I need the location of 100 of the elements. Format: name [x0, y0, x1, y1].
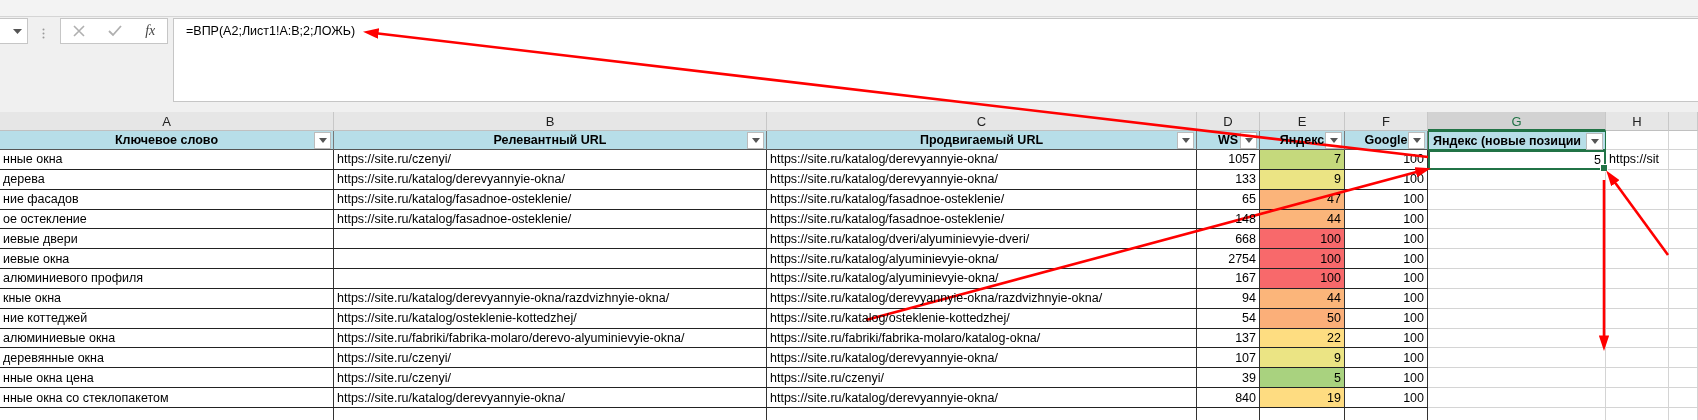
caret-icon: [1329, 138, 1338, 143]
table-cell[interactable]: [1428, 189, 1606, 210]
table-cell: [1606, 328, 1669, 349]
column-header[interactable]: E: [1260, 112, 1345, 131]
table-cell: https://site.ru/katalog/fasadnoe-osteklenie/: [767, 209, 1197, 230]
table-cell[interactable]: [1428, 288, 1606, 309]
table-cell: [1606, 209, 1669, 230]
table-cell: [1669, 189, 1698, 210]
caret-icon: [13, 28, 22, 34]
table-cell: [1669, 328, 1698, 349]
column-header[interactable]: B: [334, 112, 767, 131]
table-cell: 100: [1345, 189, 1428, 210]
table-cell: https://site.ru/katalog/fasadnoe-osteklenie/: [334, 209, 767, 230]
table-cell: 100: [1345, 348, 1428, 369]
table-cell: https://sit: [1606, 150, 1669, 170]
table-cell: https://site.ru/czenyi/: [334, 150, 767, 170]
table-cell: [1669, 288, 1698, 309]
header-label: Ключевое слово: [114, 133, 219, 147]
table-cell[interactable]: [1428, 249, 1606, 270]
table-cell: [1606, 169, 1669, 190]
insert-function-button[interactable]: fx: [145, 23, 156, 39]
table-cell[interactable]: [1428, 328, 1606, 349]
table-cell: [1606, 249, 1669, 270]
caret-icon: [1412, 138, 1421, 143]
formula-field[interactable]: =ВПР(A2;Лист1!A:B;2;ЛОЖЬ): [173, 18, 1698, 102]
table-cell: 100: [1260, 229, 1345, 250]
column-header[interactable]: A: [0, 112, 334, 131]
table-cell[interactable]: [1428, 229, 1606, 250]
header-label: Продвигаемый URL: [919, 133, 1044, 147]
table-cell[interactable]: [1428, 308, 1606, 329]
table-cell: нные окна со стеклопакетом: [0, 388, 334, 408]
table-cell: 100: [1345, 388, 1428, 408]
table-cell: [1606, 189, 1669, 210]
column-header[interactable]: F: [1345, 112, 1428, 131]
table-cell[interactable]: [1428, 269, 1606, 289]
table-cell: [1669, 308, 1698, 329]
fill-handle[interactable]: [1600, 163, 1608, 172]
table-cell[interactable]: [1428, 209, 1606, 230]
table-cell: 100: [1345, 288, 1428, 309]
check-icon[interactable]: [107, 25, 122, 37]
filter-button[interactable]: [1177, 132, 1194, 149]
table-cell: https://site.ru/katalog/derevyannyie-okna/: [767, 348, 1197, 369]
table-cell: [1669, 229, 1698, 250]
table-cell: [1606, 348, 1669, 369]
table-cell: https://site.ru/katalog/osteklenie-kottedzhej/: [767, 308, 1197, 329]
table-cell: https://site.ru/fabriki/fabrika-molaro/katalog-okna/: [767, 328, 1197, 349]
table-cell: 100: [1345, 328, 1428, 349]
name-box[interactable]: [0, 18, 28, 44]
table-cell: [1669, 348, 1698, 369]
column-header[interactable]: G: [1428, 112, 1606, 131]
table-cell: https://site.ru/katalog/alyuminievyie-okna/: [767, 269, 1197, 289]
table-cell[interactable]: [1428, 368, 1606, 389]
table-cell: 19: [1260, 388, 1345, 408]
table-cell: кные окна: [0, 288, 334, 309]
filter-button[interactable]: [1408, 132, 1425, 149]
table-cell: https://site.ru/katalog/derevyannyie-okna/: [334, 388, 767, 408]
table-cell: [1669, 209, 1698, 230]
table-cell[interactable]: [1428, 388, 1606, 408]
table-cell: [1606, 368, 1669, 389]
table-cell: 5: [1260, 368, 1345, 389]
filter-button[interactable]: [314, 132, 331, 149]
table-cell: https://site.ru/katalog/fasadnoe-osteklenie/: [767, 189, 1197, 210]
column-header[interactable]: C: [767, 112, 1197, 131]
column-header[interactable]: [1669, 112, 1698, 131]
table-cell: 100: [1345, 308, 1428, 329]
table-cell: ое остекление: [0, 209, 334, 230]
table-cell[interactable]: [1428, 348, 1606, 369]
table-cell: 100: [1345, 368, 1428, 389]
table-cell: [1669, 131, 1698, 150]
grip-icon: [42, 28, 45, 39]
table-cell: [1669, 269, 1698, 289]
table-cell: [1606, 229, 1669, 250]
table-cell: 7: [1260, 150, 1345, 170]
table-cell: нные окна цена: [0, 368, 334, 389]
table-cell: 100: [1260, 249, 1345, 270]
table-cell: [1606, 288, 1669, 309]
table-cell: иевые двери: [0, 229, 334, 250]
table-cell[interactable]: [1428, 169, 1606, 190]
table-cell: 100: [1345, 209, 1428, 230]
table-cell: [1669, 388, 1698, 408]
table-cell: https://site.ru/katalog/derevyannyie-okna/: [334, 169, 767, 190]
filter-button[interactable]: [1586, 133, 1603, 150]
table-cell: https://site.ru/katalog/derevyannyie-okna/: [767, 388, 1197, 408]
table-cell: [1606, 388, 1669, 408]
selected-cell[interactable]: 5: [1428, 150, 1606, 170]
column-header[interactable]: D: [1197, 112, 1260, 131]
caret-icon: [1590, 139, 1599, 144]
table-cell: https://site.ru/czenyi/: [334, 348, 767, 369]
table-cell: [1606, 131, 1669, 150]
table-cell: 50: [1260, 308, 1345, 329]
caret-icon: [1181, 138, 1190, 143]
table-cell: [1669, 150, 1698, 170]
column-header[interactable]: H: [1606, 112, 1669, 131]
table-cell: https://site.ru/katalog/dveri/alyuminievyie-dveri/: [767, 229, 1197, 250]
table-cell: дерева: [0, 169, 334, 190]
table-cell: [1669, 169, 1698, 190]
caret-icon: [1244, 138, 1253, 143]
cancel-icon[interactable]: [72, 25, 85, 37]
table-cell: 9: [1260, 348, 1345, 369]
filter-button[interactable]: [747, 132, 764, 149]
